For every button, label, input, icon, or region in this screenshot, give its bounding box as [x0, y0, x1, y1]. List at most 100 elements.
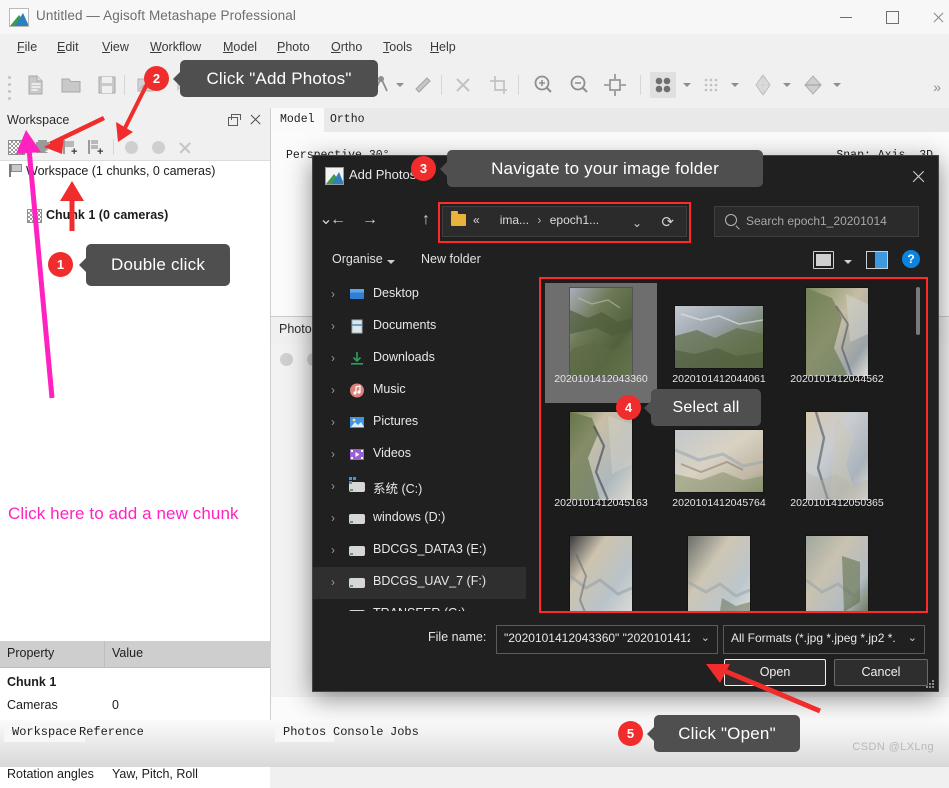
- nav-item-downloads[interactable]: › Downloads: [313, 343, 526, 375]
- menu-item-model[interactable]: Model: [223, 40, 257, 54]
- mesh-solid-icon[interactable]: [800, 72, 826, 98]
- chevron-right-icon[interactable]: ›: [331, 607, 335, 611]
- nav-item-label: Downloads: [373, 350, 435, 364]
- zoom-out-icon[interactable]: [566, 72, 592, 98]
- nav-item-bdcgs-data3-e[interactable]: › BDCGS_DATA3 (E:): [313, 535, 526, 567]
- dialog-resize-grip[interactable]: [925, 679, 934, 688]
- nav-item-desktop[interactable]: › Desktop: [313, 279, 526, 311]
- nav-item-system-c[interactable]: › 系统 (C:): [313, 471, 526, 503]
- chevron-right-icon[interactable]: ›: [331, 415, 335, 429]
- nav-item-pictures[interactable]: › Pictures: [313, 407, 526, 439]
- chevron-right-icon[interactable]: ›: [331, 543, 335, 557]
- chevron-right-icon[interactable]: ›: [331, 319, 335, 333]
- chevron-right-icon[interactable]: ›: [331, 351, 335, 365]
- chevron-right-icon[interactable]: ›: [331, 447, 335, 461]
- breadcrumb: « ima... › epoch1...: [473, 213, 600, 227]
- search-input[interactable]: Search epoch1_20201014: [746, 214, 887, 228]
- file-name-input[interactable]: "2020101412043360" "2020101412044 ⌄: [496, 625, 718, 654]
- tab-ortho[interactable]: Ortho: [321, 108, 374, 132]
- menu-item-view[interactable]: View: [102, 40, 129, 54]
- close-button[interactable]: [915, 0, 949, 33]
- file-type-value: All Formats (*.jpg *.jpeg *.jp2 *.: [731, 631, 896, 645]
- minimize-button[interactable]: [823, 0, 869, 33]
- nav-item-music[interactable]: › Music: [313, 375, 526, 407]
- step-badge-3: 3: [411, 156, 436, 181]
- chevron-right-icon[interactable]: ›: [331, 479, 335, 493]
- chevron-down-icon-filename[interactable]: ⌄: [701, 631, 710, 644]
- property-value: Yaw, Pitch, Roll: [112, 767, 198, 781]
- nav-item-label: Pictures: [373, 414, 419, 428]
- file-type-select[interactable]: All Formats (*.jpg *.jpeg *.jp2 *. ⌄: [723, 625, 925, 654]
- chevron-down-icon-organise[interactable]: [387, 260, 395, 264]
- new-folder-button[interactable]: New folder: [421, 252, 481, 266]
- chevron-down-icon-view[interactable]: [844, 260, 852, 264]
- bottom-tab-reference[interactable]: Reference: [71, 723, 152, 742]
- search-box[interactable]: Search epoch1_20201014: [714, 206, 919, 237]
- chevron-down-icon-address[interactable]: ⌄: [632, 216, 642, 230]
- breadcrumb-part-1[interactable]: epoch1...: [550, 213, 599, 227]
- callout-click-open: Click "Open": [647, 715, 800, 752]
- drive-icon: [349, 543, 365, 558]
- forward-icon[interactable]: →: [357, 208, 383, 232]
- photos-enable-button[interactable]: [280, 353, 293, 366]
- chevron-down-icon-5[interactable]: [731, 83, 739, 87]
- nav-item-bdcgs-uav7-f[interactable]: › BDCGS_UAV_7 (F:): [313, 567, 526, 599]
- address-bar[interactable]: « ima... › epoch1... ⌄ ⟳: [442, 206, 687, 237]
- chevron-down-icon-7[interactable]: [833, 83, 841, 87]
- step-badge-4: 4: [616, 395, 641, 420]
- organise-button[interactable]: Organise: [332, 252, 383, 266]
- chevron-right-icon[interactable]: ›: [331, 383, 335, 397]
- ruler-icon[interactable]: [410, 72, 436, 98]
- menu-item-help[interactable]: Help: [430, 40, 456, 54]
- sparse-cloud-icon[interactable]: [698, 72, 724, 98]
- dialog-close-button[interactable]: [906, 165, 930, 189]
- zoom-in-icon[interactable]: [530, 72, 556, 98]
- chevron-down-icon-4[interactable]: [683, 83, 691, 87]
- menu-item-file[interactable]: File: [17, 40, 37, 54]
- chevron-down-icon-filetype[interactable]: ⌄: [908, 631, 917, 644]
- preview-pane-icon[interactable]: [866, 251, 888, 269]
- menu-item-tools[interactable]: Tools: [383, 40, 412, 54]
- table-row[interactable]: Chunk 1: [0, 672, 270, 694]
- nav-item-label: BDCGS_UAV_7 (F:): [373, 574, 486, 588]
- chevron-right-icon[interactable]: ›: [331, 511, 335, 525]
- menu-item-workflow[interactable]: Workflow: [150, 40, 201, 54]
- nav-item-videos[interactable]: › Videos: [313, 439, 526, 471]
- chevron-right-icon[interactable]: ›: [331, 575, 335, 589]
- nav-item-label: Videos: [373, 446, 411, 460]
- nav-item-windows-d[interactable]: › windows (D:): [313, 503, 526, 535]
- point-cloud-icon[interactable]: [650, 72, 676, 98]
- table-row[interactable]: Rotation angles Yaw, Pitch, Roll: [0, 764, 270, 786]
- chevron-down-icon-3[interactable]: [396, 83, 404, 87]
- view-layout-icon[interactable]: [813, 251, 834, 269]
- maximize-button[interactable]: [869, 0, 915, 33]
- delete-icon[interactable]: [450, 72, 476, 98]
- help-icon[interactable]: ?: [902, 250, 920, 268]
- menu-item-edit[interactable]: Edit: [57, 40, 79, 54]
- up-icon[interactable]: ↑: [413, 208, 439, 232]
- toolbar-separator-3: [441, 75, 442, 95]
- nav-item-transfer-g[interactable]: › TRANSFER (G:): [313, 599, 526, 611]
- drive-icon: [349, 511, 365, 526]
- app-logo-icon: [9, 8, 29, 27]
- refresh-icon[interactable]: ⟳: [661, 213, 674, 231]
- chevron-right-icon[interactable]: ›: [331, 287, 335, 301]
- crop-icon[interactable]: [486, 72, 512, 98]
- bottom-tab-jobs[interactable]: Jobs: [382, 723, 427, 742]
- table-row[interactable]: Cameras 0: [0, 695, 270, 717]
- fit-to-view-icon[interactable]: [602, 72, 628, 98]
- nav-item-label: Documents: [373, 318, 437, 332]
- menu-item-ortho[interactable]: Ortho: [331, 40, 362, 54]
- mesh-shaded-icon[interactable]: [750, 72, 776, 98]
- breadcrumb-part-0[interactable]: ima...: [500, 213, 529, 227]
- menu-item-photo[interactable]: Photo: [277, 40, 310, 54]
- nav-item-documents[interactable]: › Documents: [313, 311, 526, 343]
- property-value: 0: [112, 698, 119, 712]
- add-chunk-hint-text: Click here to add a new chunk: [8, 504, 239, 523]
- cancel-button[interactable]: Cancel: [834, 659, 928, 686]
- chevron-down-icon-6[interactable]: [783, 83, 791, 87]
- recent-locations-icon[interactable]: ⌄: [313, 208, 339, 232]
- toolbar-overflow-icon[interactable]: »: [933, 79, 941, 95]
- step-badge-2: 2: [144, 66, 169, 91]
- dialog-navigation-bar: ← → ⌄ ↑ « ima... › epoch1... ⌄ ⟳ Search: [313, 197, 938, 243]
